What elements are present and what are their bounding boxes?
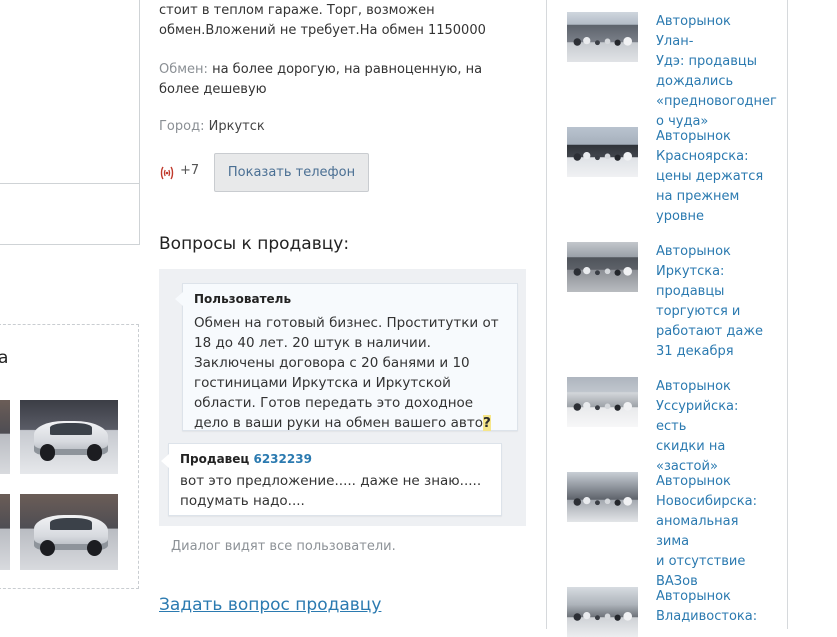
gallery-thumb[interactable] xyxy=(0,494,10,570)
seller-label: Продавец xyxy=(180,452,250,466)
show-phone-button[interactable]: Показать телефон xyxy=(214,153,369,192)
seller-message-text: вот это предложение..... даже не знаю...… xyxy=(180,473,482,509)
news-thumbnail[interactable] xyxy=(567,242,638,292)
city-label: Город: xyxy=(159,119,205,134)
news-thumbnail[interactable] xyxy=(567,127,638,177)
seller-id-link[interactable]: 6232239 xyxy=(253,452,311,466)
news-link[interactable]: Авторынок Улан- Удэ: продавцы дождались «пр… xyxy=(656,12,777,132)
listing-description: стоит в теплом гараже. Торг, возможен об… xyxy=(159,3,486,38)
news-link[interactable]: Авторынок Владивостока: xyxy=(656,587,771,627)
exchange-field: Обмен: на более дорогую, на равноценную,… xyxy=(159,60,499,100)
ask-seller-link[interactable]: Задать вопрос продавцу xyxy=(159,595,381,615)
dialog-visibility-note: Диалог видят все пользователи. xyxy=(171,539,396,554)
news-link[interactable]: Авторынок Иркутска: продавцы торгуются и раб… xyxy=(656,242,771,362)
news-link[interactable]: Авторынок Красноярска: цены держатся на пре… xyxy=(656,127,771,227)
gallery-thumb[interactable] xyxy=(20,400,118,474)
news-thumbnail[interactable] xyxy=(567,12,638,62)
questions-panel: Пользователь Обмен на готовый бизнес. Пр… xyxy=(159,269,526,526)
news-sidebar: Авторынок Улан- Удэ: продавцы дождались «пр… xyxy=(546,0,788,637)
exchange-value: на более дорогую, на равноценную, на бол… xyxy=(159,62,483,97)
user-message-author: Пользователь xyxy=(194,292,292,306)
seller-message: Продавец 6232239 вот это предложение....… xyxy=(161,443,502,516)
user-message-question-mark: ? xyxy=(482,415,491,431)
user-message-body: Обмен на готовый бизнес. Проститутки от … xyxy=(194,315,499,431)
phone-prefix: +7 xyxy=(180,163,200,178)
news-link[interactable]: Авторынок Новосибирска: аномальная зима и о… xyxy=(656,472,771,592)
city-field: Город: Иркутск xyxy=(159,117,499,137)
left-box-divider xyxy=(0,183,139,184)
questions-title: Вопросы к продавцу: xyxy=(159,234,350,254)
gallery-thumb[interactable] xyxy=(0,400,10,474)
user-message: Пользователь Обмен на готовый бизнес. Пр… xyxy=(175,283,518,433)
gallery-thumb[interactable] xyxy=(20,494,118,570)
left-info-box xyxy=(0,0,140,245)
left-photo-gallery: а xyxy=(0,324,139,589)
news-thumbnail[interactable] xyxy=(567,377,638,427)
city-value: Иркутск xyxy=(208,119,265,134)
news-thumbnail[interactable] xyxy=(567,472,638,522)
user-message-text: Обмен на готовый бизнес. Проститутки от … xyxy=(194,313,506,433)
seller-message-author: Продавец 6232239 xyxy=(180,452,312,466)
exchange-label: Обмен: xyxy=(159,62,208,77)
news-thumbnail[interactable] xyxy=(567,587,638,637)
gallery-heading-fragment: а xyxy=(0,348,9,368)
phone-signal-icon xyxy=(160,166,174,180)
news-link[interactable]: Авторынок Уссурийска: есть скидки на «засто… xyxy=(656,377,771,477)
